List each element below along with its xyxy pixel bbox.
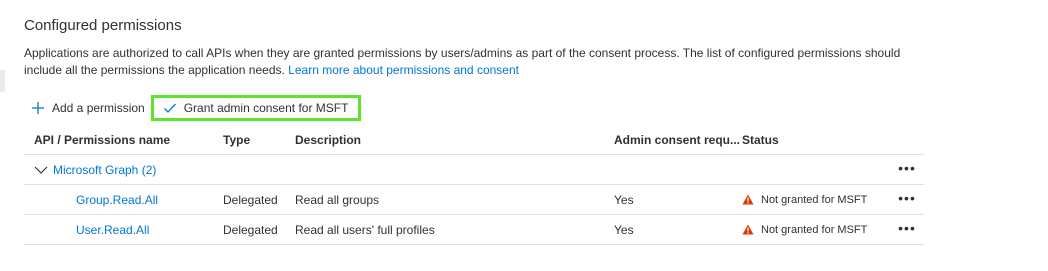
warning-icon <box>742 194 754 205</box>
group-row-microsoft-graph: Microsoft Graph (2) ••• <box>24 155 924 185</box>
warning-icon <box>742 224 754 235</box>
permission-link-user-read-all[interactable]: User.Read.All <box>76 223 149 237</box>
group-label: Microsoft Graph (2) <box>53 162 157 177</box>
chevron-down-icon <box>34 165 48 175</box>
permission-description: Read all groups <box>295 192 380 207</box>
permissions-toolbar: Add a permission Grant admin consent for… <box>24 95 362 121</box>
column-header-type[interactable]: Type <box>223 126 250 154</box>
status-text: Not granted for MSFT <box>761 223 868 236</box>
status-text: Not granted for MSFT <box>761 193 868 206</box>
column-header-admin-consent[interactable]: Admin consent requ... <box>614 126 740 154</box>
status-cell: Not granted for MSFT <box>742 215 867 244</box>
admin-consent-required: Yes <box>614 222 634 237</box>
table-header-row: API / Permissions name Type Description … <box>24 126 924 155</box>
checkmark-icon <box>162 100 178 116</box>
table-row: Group.Read.All Delegated Read all groups… <box>24 185 924 215</box>
grant-admin-consent-label: Grant admin consent for MSFT <box>183 101 349 115</box>
more-icon: ••• <box>898 159 916 176</box>
column-header-status[interactable]: Status <box>742 126 779 154</box>
group-expand-toggle[interactable]: Microsoft Graph (2) <box>34 163 156 177</box>
more-icon: ••• <box>898 189 916 206</box>
permissions-table: API / Permissions name Type Description … <box>24 126 924 245</box>
section-description: Applications are authorized to call APIs… <box>24 45 924 79</box>
admin-consent-required: Yes <box>614 192 634 207</box>
more-icon: ••• <box>898 219 916 236</box>
section-title: Configured permissions <box>24 17 182 34</box>
grant-admin-consent-button[interactable]: Grant admin consent for MSFT <box>150 95 362 121</box>
table-row: User.Read.All Delegated Read all users' … <box>24 215 924 245</box>
learn-more-link[interactable]: Learn more about permissions and consent <box>288 63 519 77</box>
status-cell: Not granted for MSFT <box>742 185 867 214</box>
left-panel-edge <box>0 70 5 92</box>
permission-link-group-read-all[interactable]: Group.Read.All <box>76 193 158 207</box>
row-more-actions-button[interactable]: ••• <box>896 185 918 214</box>
add-permission-label: Add a permission <box>52 101 145 115</box>
permission-type: Delegated <box>223 222 278 237</box>
group-more-actions-button[interactable]: ••• <box>896 155 918 184</box>
column-header-name[interactable]: API / Permissions name <box>34 126 170 154</box>
permission-type: Delegated <box>223 192 278 207</box>
column-header-description[interactable]: Description <box>295 126 361 154</box>
row-more-actions-button[interactable]: ••• <box>896 215 918 244</box>
add-permission-button[interactable]: Add a permission <box>30 100 145 116</box>
permission-description: Read all users' full profiles <box>295 222 435 237</box>
plus-icon <box>30 100 46 116</box>
